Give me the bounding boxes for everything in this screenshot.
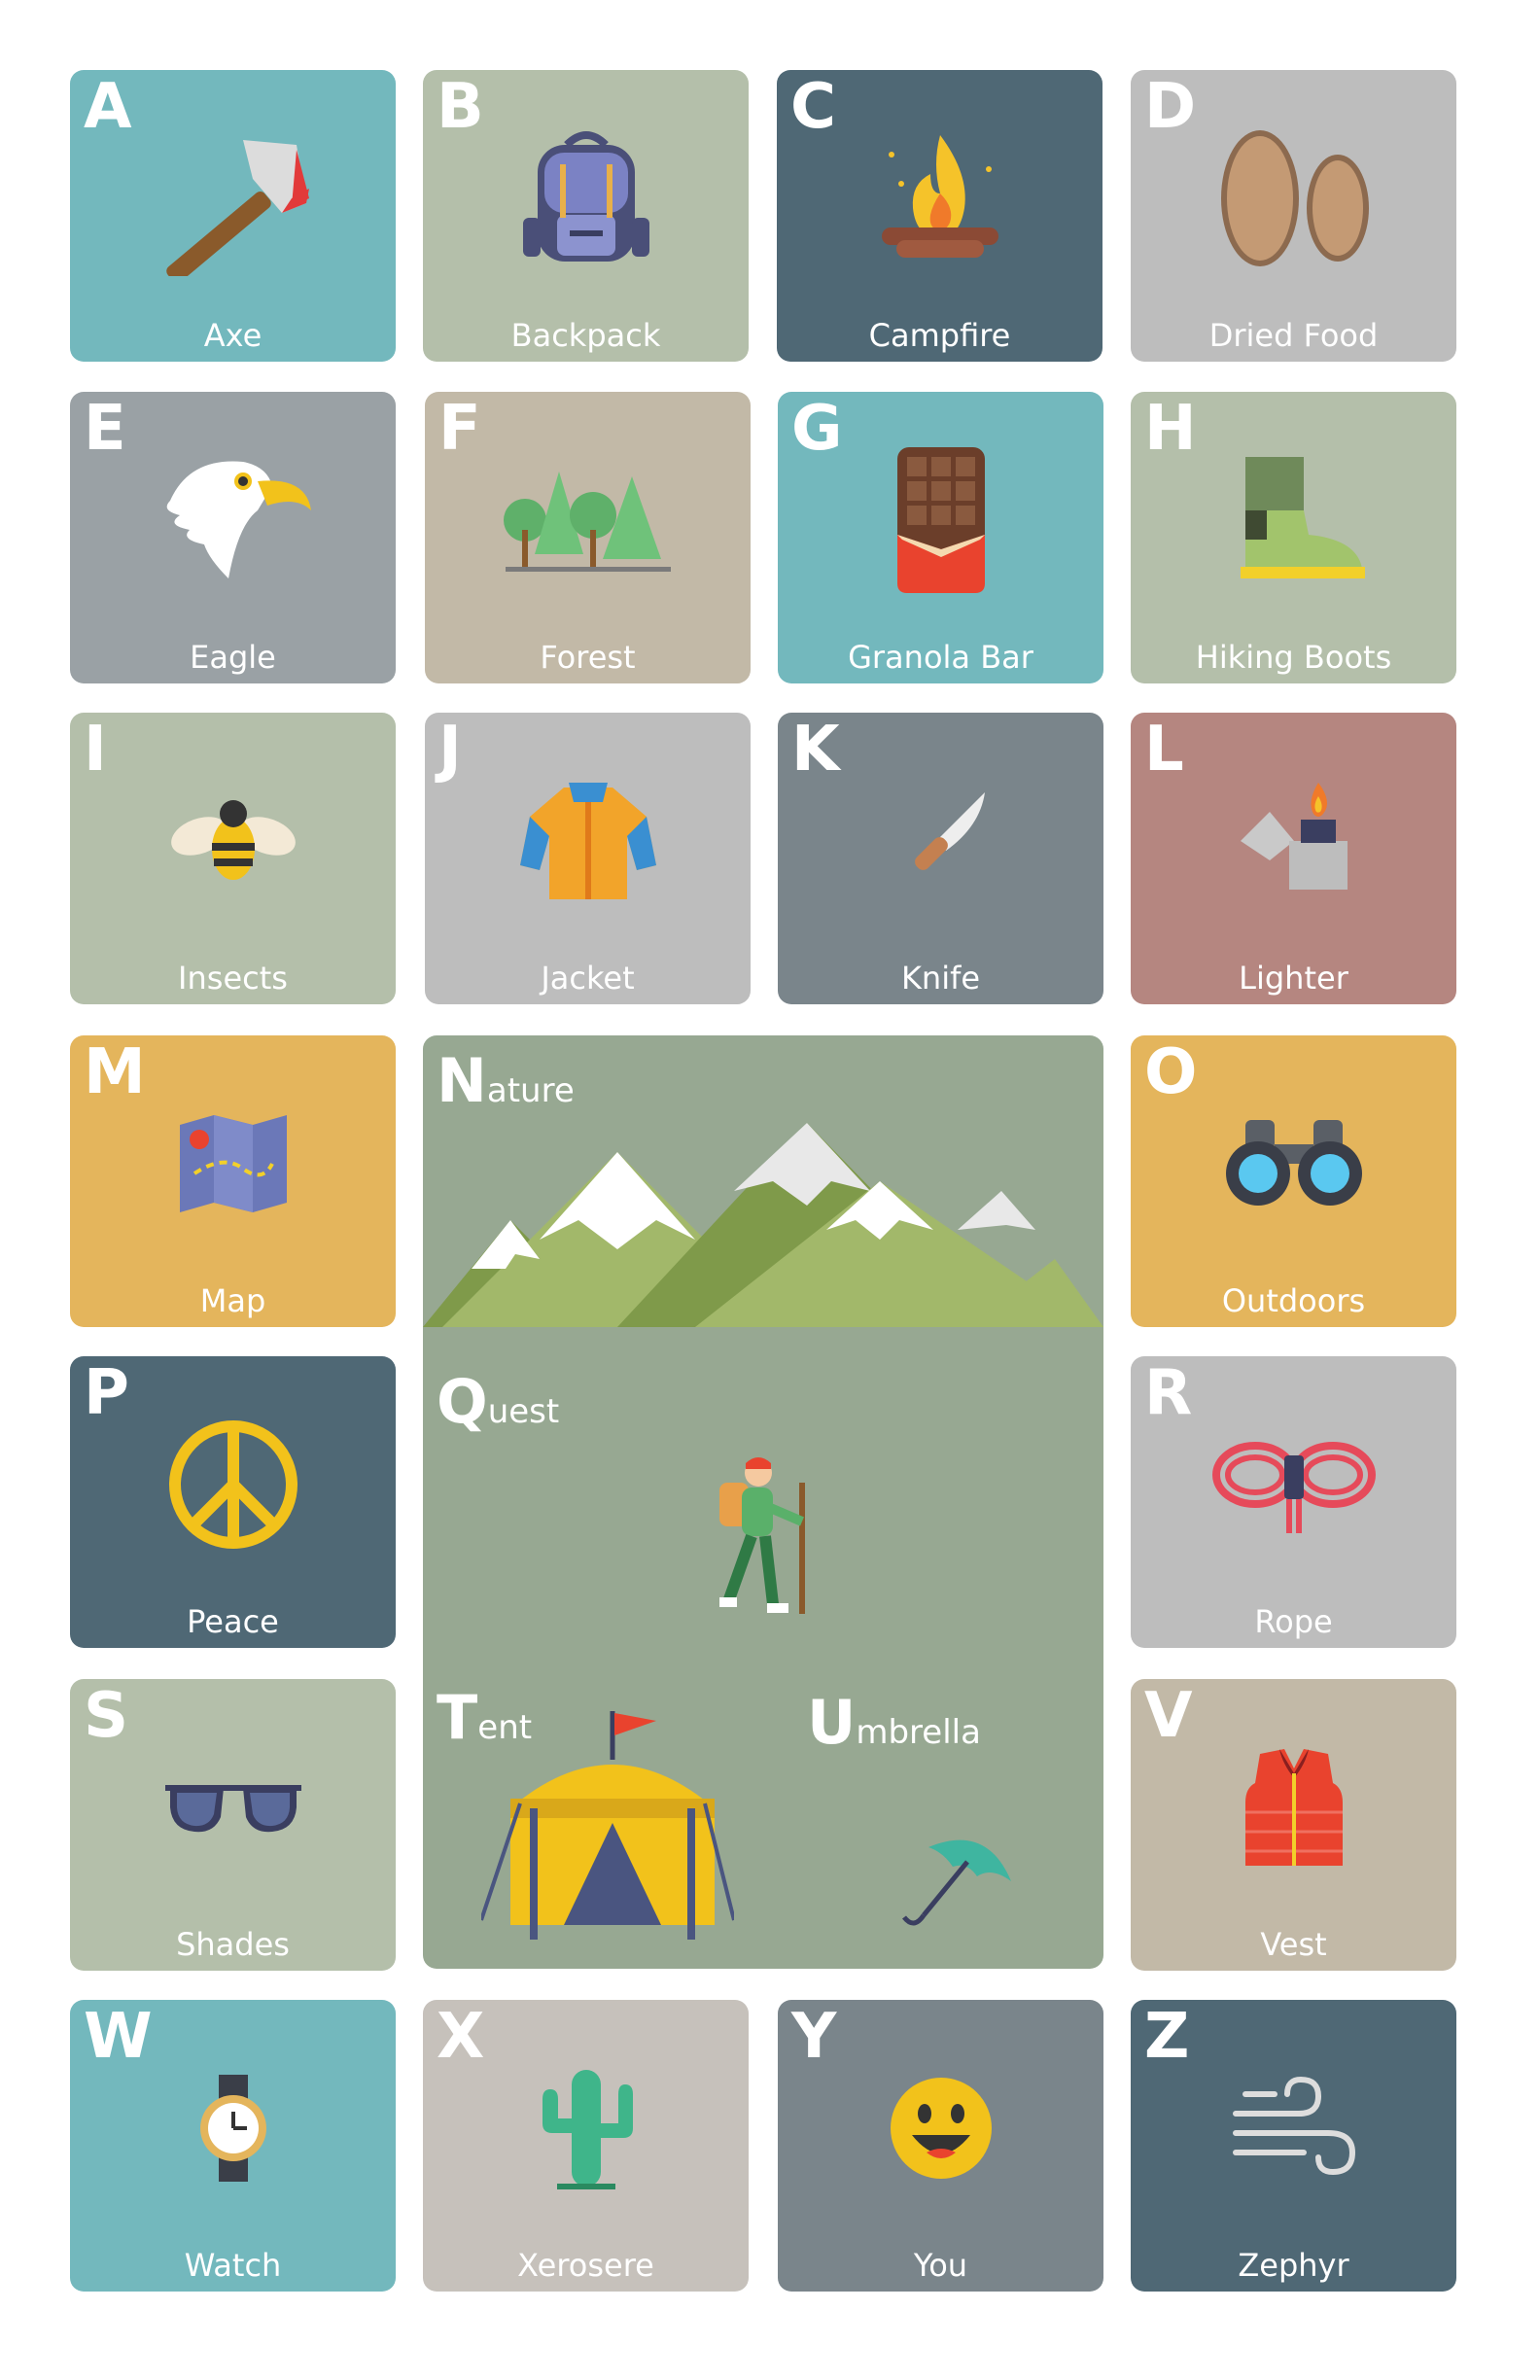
card-forest[interactable]: F Forest: [425, 392, 751, 683]
word-quest: Quest: [437, 1366, 560, 1437]
card-campfire[interactable]: C Campfire: [777, 70, 1102, 362]
watch-icon: [199, 2075, 266, 2182]
peace-icon: [168, 1420, 298, 1549]
card-letter: Y: [791, 2001, 837, 2073]
card-label: Campfire: [868, 316, 1011, 354]
card-label: Eagle: [190, 638, 276, 676]
card-label: Shades: [176, 1925, 290, 1963]
campfire-icon: [881, 135, 998, 258]
cactus-icon: [542, 2070, 633, 2189]
card-label: Granola Bar: [848, 638, 1033, 676]
forest-icon: [503, 472, 671, 572]
card-eagle[interactable]: E Eagle: [70, 392, 396, 683]
card-label: Forest: [540, 638, 636, 676]
map-icon: [179, 1115, 287, 1212]
sunglasses-icon: [164, 1785, 301, 1833]
card-label: Map: [199, 1281, 266, 1319]
card-letter: K: [791, 714, 840, 786]
card-letter: E: [84, 393, 126, 465]
card-letter: H: [1144, 393, 1197, 465]
card-backpack[interactable]: B Backpack: [423, 70, 749, 362]
card-letter: F: [438, 393, 481, 465]
binoculars-icon: [1225, 1120, 1362, 1206]
card-letter: C: [790, 71, 836, 143]
jacket-icon: [519, 783, 656, 899]
chocolate-bar-icon: [896, 447, 985, 593]
card-peace[interactable]: P Peace: [70, 1356, 396, 1648]
card-letter: X: [437, 2001, 485, 2073]
knife-icon: [914, 792, 985, 870]
card-axe[interactable]: A Axe: [70, 70, 396, 362]
card-label: Vest: [1260, 1925, 1327, 1963]
almond-icon: [1220, 130, 1369, 266]
card-dried-food[interactable]: D Dried Food: [1131, 70, 1456, 362]
vest-icon: [1244, 1749, 1343, 1866]
card-letter: B: [437, 71, 484, 143]
card-you[interactable]: Y You: [778, 2000, 1103, 2292]
umbrella-icon: [902, 1839, 1011, 1926]
card-label: You: [913, 2246, 968, 2284]
hiker-icon: [719, 1457, 805, 1614]
card-label: Rope: [1254, 1602, 1333, 1640]
card-shades[interactable]: S Shades: [70, 1679, 396, 1971]
card-map[interactable]: M Map: [70, 1035, 396, 1327]
tent-icon: [481, 1711, 734, 1940]
big-panel: Nature Quest Tent Umbrella: [423, 1035, 1103, 1969]
card-letter: G: [791, 393, 843, 465]
word-umbrella: Umbrella: [807, 1687, 981, 1758]
card-letter: M: [84, 1036, 146, 1108]
card-letter: A: [84, 71, 132, 143]
card-label: Outdoors: [1221, 1281, 1366, 1319]
card-label: Axe: [203, 316, 262, 354]
card-letter: I: [84, 714, 107, 786]
card-label: Backpack: [510, 316, 661, 354]
card-label: Peace: [187, 1602, 279, 1640]
card-letter: L: [1144, 714, 1184, 786]
card-letter: P: [84, 1357, 129, 1429]
card-letter: J: [438, 714, 462, 786]
card-label: Zephyr: [1238, 2246, 1349, 2284]
card-letter: S: [84, 1680, 129, 1752]
bee-icon: [170, 800, 296, 880]
card-label: Hiking Boots: [1195, 638, 1392, 676]
card-insects[interactable]: I Insects: [70, 713, 396, 1004]
card-xerosere[interactable]: X Xerosere: [423, 2000, 749, 2292]
card-zephyr[interactable]: Z Zephyr: [1131, 2000, 1456, 2292]
card-letter: R: [1144, 1357, 1193, 1429]
wind-icon: [1232, 2076, 1355, 2176]
card-lighter[interactable]: L Lighter: [1131, 713, 1456, 1004]
card-granola-bar[interactable]: G Granola Bar: [778, 392, 1103, 683]
card-label: Watch: [184, 2246, 282, 2284]
card-letter: V: [1144, 1680, 1193, 1752]
card-label: Xerosere: [517, 2246, 654, 2284]
mountains-icon: [423, 1123, 1103, 1327]
card-letter: O: [1144, 1036, 1198, 1108]
boot-icon: [1240, 457, 1365, 578]
card-rope[interactable]: R Rope: [1131, 1356, 1456, 1648]
rope-icon: [1211, 1442, 1376, 1533]
card-label: Insects: [178, 959, 288, 997]
card-outdoors[interactable]: O Outdoors: [1131, 1035, 1456, 1327]
card-jacket[interactable]: J Jacket: [425, 713, 751, 1004]
lighter-icon: [1240, 783, 1348, 890]
card-letter: D: [1144, 71, 1197, 143]
card-letter: W: [84, 2001, 153, 2073]
card-hiking-boots[interactable]: H Hiking Boots: [1131, 392, 1456, 683]
card-label: Knife: [900, 959, 981, 997]
backpack-icon: [522, 131, 649, 262]
card-label: Dried Food: [1208, 316, 1379, 354]
card-label: Jacket: [541, 959, 635, 997]
axe-icon: [165, 140, 309, 276]
card-vest[interactable]: V Vest: [1131, 1679, 1456, 1971]
card-letter: Z: [1144, 2001, 1190, 2073]
card-watch[interactable]: W Watch: [70, 2000, 396, 2292]
smiley-icon: [890, 2078, 992, 2179]
card-knife[interactable]: K Knife: [778, 713, 1103, 1004]
eagle-icon: [166, 461, 311, 578]
card-label: Lighter: [1239, 959, 1348, 997]
